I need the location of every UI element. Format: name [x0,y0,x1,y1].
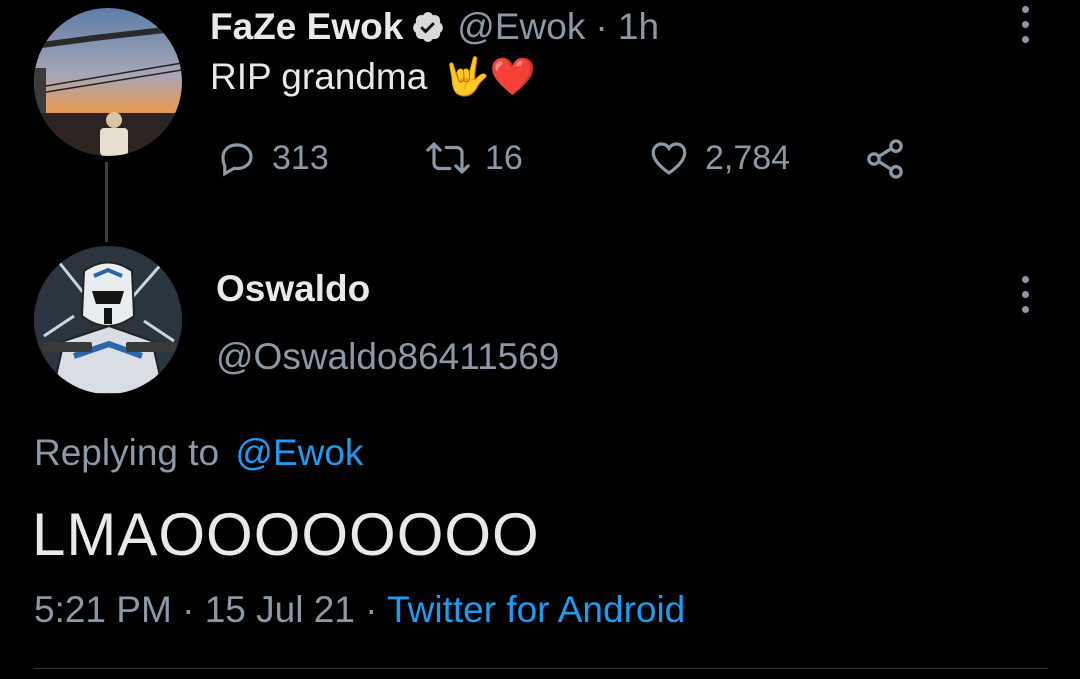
reply-handle[interactable]: @Oswaldo86411569 [216,336,559,378]
heart-icon [651,142,687,175]
reply-timestamp: 5:21 PM [34,589,172,630]
reply-button[interactable]: 313 [216,137,329,179]
replying-to-line: Replying to @Ewok [34,432,363,474]
reply-icon [221,143,253,177]
bottom-divider [34,668,1048,669]
tweet-text: RIP grandma 🤟❤️ [210,56,536,99]
tweet-time[interactable]: · 1h [595,6,659,48]
reply-display-name[interactable]: Oswaldo [216,268,370,310]
retweet-icon [426,142,470,174]
more-options-icon[interactable] [1019,6,1031,43]
clone-trooper-art-icon [34,246,182,394]
reply-date: 15 Jul 21 [204,589,355,630]
share-button[interactable] [862,137,908,186]
verified-badge-icon [411,10,445,44]
like-button[interactable]: 2,784 [647,137,790,179]
meta-dot: · [365,589,388,630]
meta-dot: · [182,589,205,630]
love-you-gesture-and-heart-emoji: 🤟❤️ [443,56,536,97]
replying-to-handle-link[interactable]: @Ewok [235,432,363,473]
reply-count: 313 [272,138,329,177]
tweet-text-content: RIP grandma [210,56,428,97]
handle[interactable]: @Ewok [457,6,585,48]
avatar-faze-ewok[interactable] [34,8,182,156]
share-icon [867,139,903,179]
thread-connector-line [105,162,108,242]
retweet-button[interactable]: 16 [425,137,523,179]
like-count: 2,784 [705,138,791,177]
display-name[interactable]: FaZe Ewok [210,6,403,48]
avatar-oswaldo[interactable] [34,246,182,394]
reply-meta: 5:21 PM · 15 Jul 21 · Twitter for Androi… [34,589,685,631]
reply-more-options-icon[interactable] [1019,276,1031,313]
tweet-source-link[interactable]: Twitter for Android [387,589,685,630]
replying-to-label: Replying to [34,432,220,473]
retweet-count: 16 [485,138,523,177]
tweet-header: FaZe Ewok @Ewok · 1h [210,2,659,52]
sunset-photo-icon [34,8,182,156]
reply-text: LMAOOOOOOOO [32,501,540,568]
